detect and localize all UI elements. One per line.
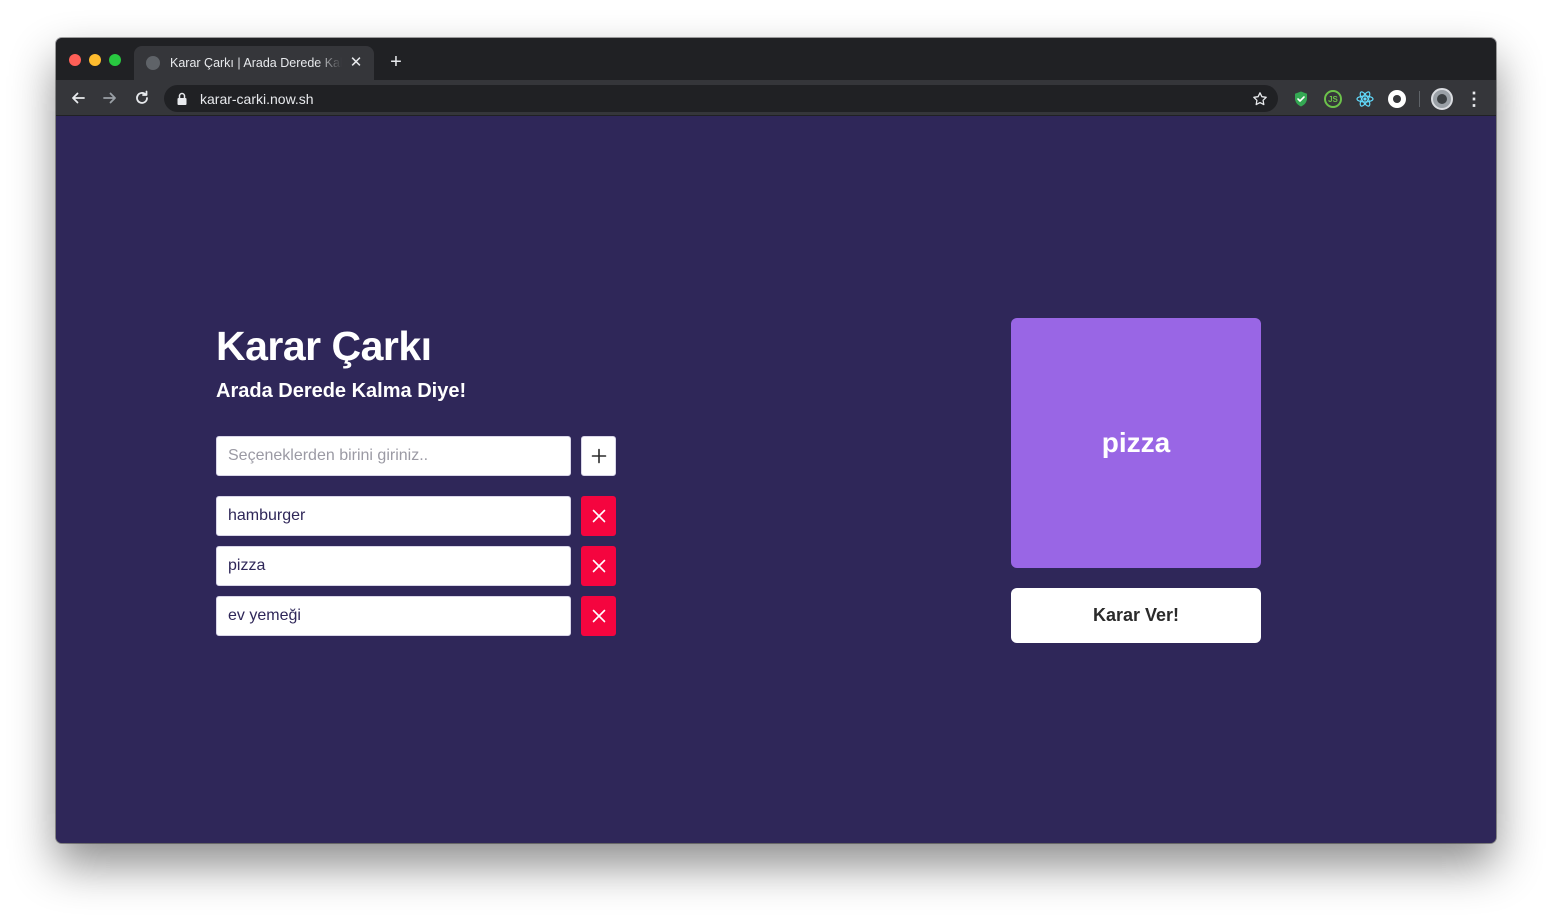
tab-close-icon[interactable]: ✕ — [348, 55, 364, 71]
maximize-window-button[interactable] — [109, 54, 121, 66]
url-text: karar-carki.now.sh — [200, 90, 314, 107]
result-card: pizza — [1011, 318, 1261, 568]
option-item: pizza — [216, 546, 616, 586]
result-text: pizza — [1101, 427, 1171, 458]
close-icon — [592, 609, 605, 623]
close-icon — [592, 559, 605, 573]
browser-window: Karar Çarkı | Arada Derede Kalma Diye! ✕… — [56, 38, 1496, 843]
globe-icon — [146, 56, 160, 70]
arrow-right-icon — [103, 92, 116, 104]
bookmark-star-icon[interactable] — [1252, 91, 1268, 107]
decide-button[interactable]: Karar Ver! — [1011, 588, 1261, 643]
browser-tab[interactable]: Karar Çarkı | Arada Derede Kalma Diye! ✕ — [134, 46, 374, 80]
reload-icon — [136, 90, 148, 104]
react-extension-icon[interactable] — [1356, 90, 1374, 108]
close-window-button[interactable] — [69, 54, 81, 66]
add-option-row — [216, 436, 616, 476]
option-label[interactable]: pizza — [216, 546, 571, 586]
tab-strip: Karar Çarkı | Arada Derede Kalma Diye! ✕… — [56, 38, 1496, 80]
page-content: Karar Çarkı Arada Derede Kalma Diye! ham… — [56, 117, 1496, 843]
lock-icon — [177, 92, 187, 105]
browser-toolbar: karar-carki.now.sh JS ⋮ — [56, 80, 1496, 116]
plus-icon — [591, 448, 606, 464]
window-controls — [69, 54, 121, 66]
toolbar-divider — [1419, 91, 1420, 107]
remove-option-button[interactable] — [581, 496, 616, 536]
privacy-extension-icon[interactable] — [1388, 90, 1406, 108]
avatar-icon — [1437, 94, 1447, 104]
forward-button[interactable] — [98, 86, 122, 110]
option-input[interactable] — [216, 436, 571, 476]
react-atom-icon — [1356, 91, 1374, 107]
shield-icon — [1295, 91, 1307, 107]
address-bar[interactable]: karar-carki.now.sh — [164, 85, 1278, 112]
browser-menu-button[interactable]: ⋮ — [1464, 89, 1484, 109]
back-button[interactable] — [66, 86, 90, 110]
new-tab-button[interactable]: + — [386, 52, 406, 72]
tab-title: Karar Çarkı | Arada Derede Kalma Diye! — [170, 56, 342, 70]
page-subtitle: Arada Derede Kalma Diye! — [216, 380, 467, 402]
shield-extension-icon[interactable] — [1292, 90, 1310, 108]
option-label[interactable]: hamburger — [216, 496, 571, 536]
dot-icon — [1393, 95, 1401, 103]
add-option-button[interactable] — [581, 436, 616, 476]
arrow-left-icon — [72, 92, 85, 104]
close-icon — [592, 509, 605, 523]
page-title: Karar Çarkı — [216, 323, 432, 369]
remove-option-button[interactable] — [581, 596, 616, 636]
profile-avatar[interactable] — [1431, 88, 1453, 110]
option-item: ev yemeği — [216, 596, 616, 636]
option-label[interactable]: ev yemeği — [216, 596, 571, 636]
remove-option-button[interactable] — [581, 546, 616, 586]
nodejs-extension-icon[interactable]: JS — [1324, 90, 1342, 108]
minimize-window-button[interactable] — [89, 54, 101, 66]
reload-button[interactable] — [130, 86, 154, 110]
option-item: hamburger — [216, 496, 616, 536]
